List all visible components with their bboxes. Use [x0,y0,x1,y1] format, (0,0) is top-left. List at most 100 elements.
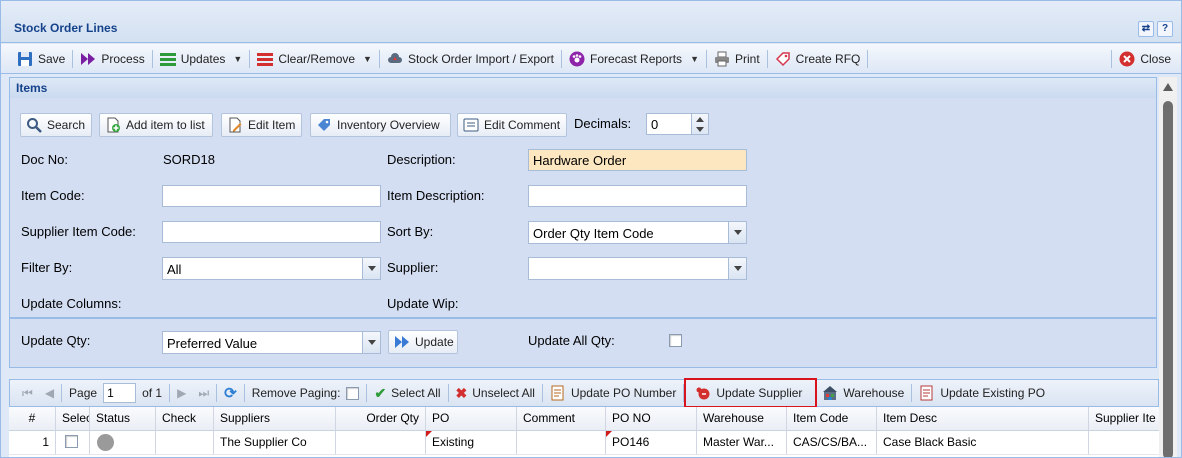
remove-paging-checkbox[interactable] [346,386,360,400]
supplier-item-code-input[interactable] [162,221,381,243]
add-item-button[interactable]: Add item to list [99,113,213,137]
close-button[interactable]: Close [1113,47,1177,71]
refresh-icon[interactable]: ⇄ [1138,21,1154,37]
sort-by-select[interactable]: Order Qty Item Code [528,221,747,244]
table-row[interactable]: 1 The Supplier Co Existing PO146 Master … [9,431,1159,455]
chevron-down-icon[interactable] [362,332,380,353]
filter-by-select[interactable]: All [162,257,381,280]
update-existing-po-label: Update Existing PO [940,386,1046,400]
description-input[interactable]: Hardware Order [528,149,747,171]
column-header-select[interactable]: Selec [56,407,90,430]
chevron-down-icon[interactable] [728,222,746,243]
process-button[interactable]: Process [74,47,150,71]
item-description-label: Item Description: [387,188,485,203]
warehouse-button[interactable]: Warehouse [816,385,910,401]
refresh-icon[interactable]: ⟳ [218,384,243,402]
status-dot-icon [97,434,114,451]
last-page-icon[interactable]: ⏭ [192,386,215,401]
first-page-icon[interactable]: ⏮ [16,386,39,401]
filter-by-label: Filter By: [21,260,73,275]
toolbar-separator [1111,49,1113,68]
chevron-down-icon: ▼ [363,53,372,64]
print-label: Print [734,51,760,66]
row-po-no: PO146 [612,435,650,449]
help-icon[interactable]: ? [1157,21,1173,37]
forecast-reports-menu-button[interactable]: Forecast Reports ▼ [563,47,705,71]
process-icon [81,52,96,65]
document-edit-icon [920,385,933,401]
search-icon [27,118,42,133]
supplier-select[interactable] [528,257,747,280]
toolbar-separator [151,49,153,68]
column-header-po-no[interactable]: PO NO [606,407,697,430]
item-description-input[interactable] [528,185,747,207]
prev-page-icon[interactable]: ◀ [39,386,60,400]
import-export-button[interactable]: Stock Order Import / Export [381,47,560,71]
warehouse-icon [823,386,838,400]
column-header-status[interactable]: Status [90,407,156,430]
update-existing-po-button[interactable]: Update Existing PO [913,385,1051,401]
toolbar-separator [867,49,869,68]
toolbar-separator [378,49,380,68]
inventory-overview-button[interactable]: Inventory Overview [310,113,451,137]
select-all-button[interactable]: ✔ Select All [368,385,446,402]
chevron-down-icon[interactable] [728,258,746,279]
chevron-down-icon[interactable] [362,258,380,279]
edit-item-label: Edit Item [248,118,296,132]
update-qty-label: Update Qty: [21,333,91,348]
edit-item-button[interactable]: Edit Item [221,113,302,137]
column-header-supplier-item[interactable]: Supplier Ite [1089,407,1159,430]
column-header-order-qty[interactable]: Order Qty [336,407,426,430]
save-label: Save [38,51,66,66]
window-titlebar: Stock Order Lines ⇄ ? [1,1,1181,43]
row-order-qty [336,431,426,454]
scroll-thumb[interactable] [1163,101,1173,457]
update-po-number-button[interactable]: Update PO Number [544,385,682,401]
print-button[interactable]: Print [708,47,766,71]
document-edit-icon [551,385,564,401]
next-page-icon[interactable]: ▶ [171,386,192,400]
column-header-po[interactable]: PO [426,407,517,430]
vertical-scrollbar[interactable] [1159,77,1177,457]
row-select-checkbox[interactable] [65,435,78,448]
filter-by-value: All [167,262,182,277]
update-supplier-button[interactable]: Update Supplier [684,378,818,408]
update-qty-select[interactable]: Preferred Value [162,331,381,354]
toolbar-separator [243,384,245,402]
items-panel-title: Items [16,81,48,95]
create-rfq-button[interactable]: Create RFQ [769,47,867,71]
checkmark-icon: ✔ [374,384,387,401]
spinner-arrows-icon[interactable] [691,114,708,134]
close-icon [1119,51,1135,66]
column-header-number[interactable]: # [9,407,56,430]
toolbar-separator [249,49,251,68]
update-all-qty-checkbox[interactable] [669,334,682,347]
scroll-up-icon[interactable] [1163,83,1173,91]
page-input[interactable]: 1 [103,383,137,403]
save-icon [18,51,32,66]
column-header-check[interactable]: Check [156,407,214,430]
edit-comment-button[interactable]: Edit Comment [457,113,567,137]
update-supplier-label: Update Supplier [716,386,803,400]
select-all-label: Select All [391,386,441,400]
column-header-item-code[interactable]: Item Code [787,407,877,430]
tag-icon [318,119,330,131]
unselect-all-button[interactable]: ✖ Unselect All [450,385,541,402]
search-button[interactable]: Search [20,113,92,137]
doc-no-value: SORD18 [163,152,216,167]
row-comment [517,431,606,454]
column-header-comment[interactable]: Comment [517,407,606,430]
row-select-cell [56,431,90,454]
save-button[interactable]: Save [11,47,71,71]
column-header-item-desc[interactable]: Item Desc [877,407,1089,430]
supplier-icon [696,387,710,400]
updates-menu-button[interactable]: Updates ▼ [154,47,249,71]
main-toolbar: Save Process Updates ▼ Clear/Remove ▼ St… [1,44,1181,74]
decimals-spinner[interactable]: 0 [646,113,709,135]
clear-remove-menu-button[interactable]: Clear/Remove ▼ [251,47,378,71]
item-code-input[interactable] [162,185,381,207]
column-header-suppliers[interactable]: Suppliers [214,407,336,430]
column-header-warehouse[interactable]: Warehouse [697,407,787,430]
row-po-cell: Existing [426,431,517,454]
update-button[interactable]: Update [388,330,458,354]
